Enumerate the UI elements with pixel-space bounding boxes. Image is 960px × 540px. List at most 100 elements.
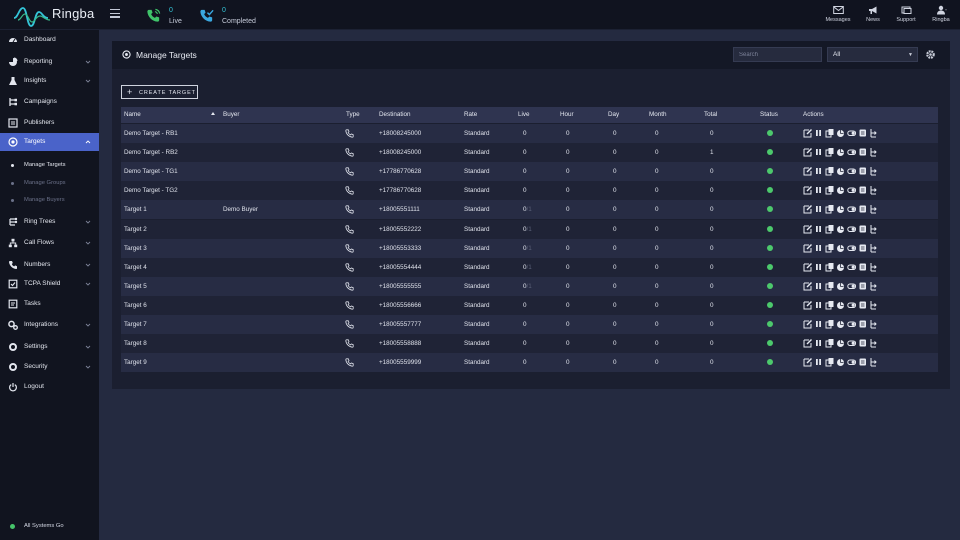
pause-icon[interactable] bbox=[814, 204, 823, 214]
sidebar-item-insights[interactable]: Insights bbox=[0, 72, 99, 90]
pause-icon[interactable] bbox=[814, 281, 823, 291]
toggle-icon[interactable] bbox=[847, 338, 856, 348]
table-row[interactable]: Target 1 Demo Buyer +18005551111 Standard 0/… bbox=[121, 200, 938, 220]
routing-icon[interactable] bbox=[869, 319, 878, 329]
table-row[interactable]: Demo Target - RB1 +18008245000 Standard 0 0 0… bbox=[121, 124, 938, 143]
copy-icon[interactable] bbox=[825, 128, 834, 138]
table-row[interactable]: Target 4 +18005554444 Standard 0/1 0 0 0 0 bbox=[121, 257, 938, 277]
filter-select[interactable]: All ▼ bbox=[827, 47, 918, 62]
archive-icon[interactable] bbox=[858, 243, 867, 253]
edit-icon[interactable] bbox=[803, 147, 812, 157]
toggle-icon[interactable] bbox=[847, 128, 856, 138]
sidebar-item-targets[interactable]: Targets bbox=[0, 133, 99, 151]
cell-name[interactable]: Demo Target - RB1 bbox=[124, 130, 178, 137]
routing-icon[interactable] bbox=[869, 204, 878, 214]
stats-icon[interactable] bbox=[836, 185, 845, 195]
stats-icon[interactable] bbox=[836, 204, 845, 214]
archive-icon[interactable] bbox=[858, 338, 867, 348]
toggle-icon[interactable] bbox=[847, 357, 856, 367]
pause-icon[interactable] bbox=[814, 147, 823, 157]
routing-icon[interactable] bbox=[869, 128, 878, 138]
archive-icon[interactable] bbox=[858, 147, 867, 157]
sidebar-item-reporting[interactable]: Reporting bbox=[0, 53, 99, 71]
stats-icon[interactable] bbox=[836, 300, 845, 310]
toggle-icon[interactable] bbox=[847, 224, 856, 234]
edit-icon[interactable] bbox=[803, 300, 812, 310]
col-total[interactable]: Total bbox=[704, 111, 717, 118]
sort-asc-icon[interactable] bbox=[211, 112, 215, 115]
toggle-icon[interactable] bbox=[847, 281, 856, 291]
routing-icon[interactable] bbox=[869, 166, 878, 176]
copy-icon[interactable] bbox=[825, 224, 834, 234]
col-day[interactable]: Day bbox=[608, 111, 619, 118]
toggle-icon[interactable] bbox=[847, 204, 856, 214]
cell-name[interactable]: Target 5 bbox=[124, 283, 147, 290]
table-row[interactable]: Demo Target - TG2 +17786770628 Standard 0 0 0… bbox=[121, 181, 938, 201]
col-type[interactable]: Type bbox=[346, 111, 360, 118]
pause-icon[interactable] bbox=[814, 243, 823, 253]
sidebar-item-integrations[interactable]: Integrations bbox=[0, 316, 99, 334]
copy-icon[interactable] bbox=[825, 357, 834, 367]
archive-icon[interactable] bbox=[858, 166, 867, 176]
pause-icon[interactable] bbox=[814, 338, 823, 348]
routing-icon[interactable] bbox=[869, 224, 878, 234]
sidebar-subitem-manage-buyers[interactable]: Manage Buyers bbox=[0, 193, 99, 207]
routing-icon[interactable] bbox=[869, 281, 878, 291]
copy-icon[interactable] bbox=[825, 147, 834, 157]
edit-icon[interactable] bbox=[803, 319, 812, 329]
table-row[interactable]: Target 9 +18005559999 Standard 0 0 0 0 0 bbox=[121, 353, 938, 373]
routing-icon[interactable] bbox=[869, 185, 878, 195]
copy-icon[interactable] bbox=[825, 300, 834, 310]
col-hour[interactable]: Hour bbox=[560, 111, 574, 118]
table-row[interactable]: Demo Target - TG1 +17786770628 Standard 0 0 0… bbox=[121, 162, 938, 182]
archive-icon[interactable] bbox=[858, 357, 867, 367]
sidebar-item-numbers[interactable]: Numbers bbox=[0, 256, 99, 274]
edit-icon[interactable] bbox=[803, 128, 812, 138]
sidebar-subitem-manage-groups[interactable]: Manage Groups bbox=[0, 176, 99, 190]
toggle-icon[interactable] bbox=[847, 262, 856, 272]
copy-icon[interactable] bbox=[825, 166, 834, 176]
sidebar-item-logout[interactable]: Logout bbox=[0, 378, 99, 396]
pause-icon[interactable] bbox=[814, 224, 823, 234]
pause-icon[interactable] bbox=[814, 357, 823, 367]
stats-icon[interactable] bbox=[836, 147, 845, 157]
pause-icon[interactable] bbox=[814, 128, 823, 138]
archive-icon[interactable] bbox=[858, 262, 867, 272]
copy-icon[interactable] bbox=[825, 243, 834, 253]
stats-icon[interactable] bbox=[836, 357, 845, 367]
routing-icon[interactable] bbox=[869, 243, 878, 253]
pause-icon[interactable] bbox=[814, 300, 823, 310]
cell-name[interactable]: Target 9 bbox=[124, 359, 147, 366]
sidebar-item-campaigns[interactable]: Campaigns bbox=[0, 93, 99, 111]
col-status[interactable]: Status bbox=[760, 111, 778, 118]
cell-name[interactable]: Demo Target - RB2 bbox=[124, 149, 178, 156]
pause-icon[interactable] bbox=[814, 262, 823, 272]
edit-icon[interactable] bbox=[803, 224, 812, 234]
col-rate[interactable]: Rate bbox=[464, 111, 477, 118]
table-row[interactable]: Target 5 +18005555555 Standard 0/1 0 0 0 0 bbox=[121, 276, 938, 296]
archive-icon[interactable] bbox=[858, 281, 867, 291]
stats-icon[interactable] bbox=[836, 224, 845, 234]
routing-icon[interactable] bbox=[869, 300, 878, 310]
toggle-icon[interactable] bbox=[847, 166, 856, 176]
menu-toggle-icon[interactable] bbox=[110, 9, 120, 19]
stats-icon[interactable] bbox=[836, 166, 845, 176]
archive-icon[interactable] bbox=[858, 204, 867, 214]
edit-icon[interactable] bbox=[803, 338, 812, 348]
cell-name[interactable]: Target 1 bbox=[124, 206, 147, 213]
stats-icon[interactable] bbox=[836, 319, 845, 329]
copy-icon[interactable] bbox=[825, 281, 834, 291]
archive-icon[interactable] bbox=[858, 128, 867, 138]
table-row[interactable]: Target 2 +18005552222 Standard 0/1 0 0 0 0 bbox=[121, 219, 938, 239]
stats-icon[interactable] bbox=[836, 243, 845, 253]
cell-name[interactable]: Demo Target - TG1 bbox=[124, 168, 178, 175]
archive-icon[interactable] bbox=[858, 319, 867, 329]
sidebar-subitem-manage-targets[interactable]: Manage Targets bbox=[0, 158, 99, 172]
col-buyer[interactable]: Buyer bbox=[223, 111, 239, 118]
search-input[interactable] bbox=[733, 47, 822, 62]
stats-icon[interactable] bbox=[836, 338, 845, 348]
edit-icon[interactable] bbox=[803, 185, 812, 195]
sidebar-item-tcpa-shield[interactable]: TCPA Shield bbox=[0, 275, 99, 293]
sidebar-item-security[interactable]: Security bbox=[0, 358, 99, 376]
stats-icon[interactable] bbox=[836, 262, 845, 272]
